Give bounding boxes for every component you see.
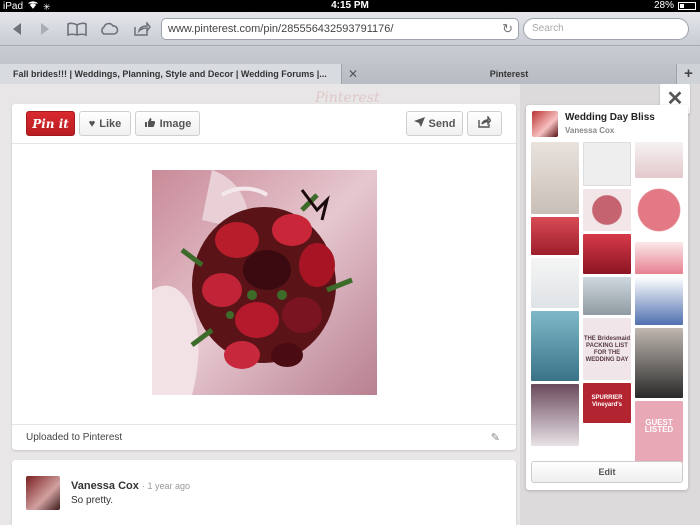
image-button[interactable]: Image	[135, 111, 200, 136]
search-input[interactable]: Search	[523, 18, 689, 40]
tab-wedding-forums[interactable]: Fall brides!!! | Weddings, Planning, Sty…	[0, 64, 342, 84]
status-time: 4:15 PM	[331, 0, 369, 11]
board-thumb-glass-vase[interactable]	[531, 258, 579, 308]
share-icon[interactable]	[129, 18, 155, 40]
share-arrow-icon	[478, 114, 492, 131]
comment-time: 1 year ago	[147, 481, 190, 491]
status-bar: iPad ✳ 4:15 PM 28%	[0, 0, 700, 12]
image-label: Image	[159, 117, 192, 130]
paper-plane-icon	[413, 117, 425, 130]
like-label: Like	[99, 117, 122, 130]
avatar[interactable]	[26, 476, 60, 510]
forward-icon[interactable]	[32, 18, 58, 40]
battery-icon	[678, 2, 696, 10]
board-owner[interactable]: Vanessa Cox	[565, 126, 614, 135]
board-panel: Wedding Day Bliss Vanessa Cox THE Brides…	[526, 105, 688, 490]
share-pin-button[interactable]	[467, 111, 502, 136]
battery-percent: 28%	[653, 0, 674, 11]
pin-it-button[interactable]: Pin it	[26, 111, 75, 136]
board-thumb-red-vase[interactable]	[531, 217, 579, 255]
comment-card: Vanessa Cox · 1 year ago So pretty.	[12, 460, 516, 525]
board-thumb-gown[interactable]	[635, 328, 683, 398]
pin-footer: Uploaded to Pinterest ✎	[12, 424, 516, 450]
heart-icon: ♥	[88, 117, 96, 130]
bouquet-photo[interactable]	[152, 170, 377, 395]
new-tab-button[interactable]: +	[676, 64, 700, 84]
board-thumb-blue-vase[interactable]	[635, 277, 683, 325]
edit-board-button[interactable]: Edit	[531, 461, 683, 483]
board-thumb-frame[interactable]	[583, 142, 631, 186]
send-label: Send	[428, 117, 456, 130]
comment-author[interactable]: Vanessa Cox	[71, 480, 139, 492]
board-title[interactable]: Wedding Day Bliss	[565, 112, 655, 123]
close-tab-icon[interactable]: ✕	[348, 64, 358, 84]
upload-source: Uploaded to Pinterest	[26, 432, 123, 443]
browser-toolbar: www.pinterest.com/pin/285556432593791176…	[0, 12, 700, 46]
page-content: Pinterest Pin it ♥ Like Image Send Uploa…	[0, 84, 700, 525]
reload-icon[interactable]: ↻	[502, 19, 513, 39]
pin-action-bar: Pin it ♥ Like Image Send	[12, 104, 516, 144]
pin-card: Pin it ♥ Like Image Send Uploaded to Pin…	[12, 104, 516, 450]
board-thumb-dress[interactable]	[531, 384, 579, 446]
send-button[interactable]: Send	[406, 111, 463, 136]
address-text: www.pinterest.com/pin/285556432593791176…	[168, 23, 394, 35]
board-thumb-guest-listed[interactable]: GUEST LISTED	[635, 401, 683, 463]
board-thumb-cake[interactable]	[531, 142, 579, 214]
board-thumb-cakestand[interactable]	[635, 242, 683, 274]
board-owner-avatar[interactable]	[532, 111, 558, 137]
board-thumb-lantern[interactable]	[635, 181, 683, 239]
board-thumb-packing-list[interactable]: THE Bridesmaid PACKING LIST FOR THE WEDD…	[583, 318, 631, 380]
back-icon[interactable]	[4, 18, 30, 40]
comment-text: So pretty.	[71, 495, 114, 506]
edit-pencil-icon[interactable]: ✎	[491, 425, 500, 451]
tab-pinterest[interactable]: Pinterest	[364, 64, 654, 84]
icloud-tabs-icon[interactable]	[96, 18, 122, 40]
board-thumb-plate[interactable]	[583, 189, 631, 231]
board-thumb-square-vase[interactable]	[583, 234, 631, 274]
board-thumb-invite[interactable]	[635, 142, 683, 178]
address-bar[interactable]: www.pinterest.com/pin/285556432593791176…	[161, 18, 519, 40]
bookmarks-icon[interactable]	[64, 18, 90, 40]
board-thumb-shoes[interactable]	[583, 277, 631, 315]
board-thumb-bridesmaids[interactable]	[531, 311, 579, 381]
facebook-like-icon	[144, 117, 156, 131]
like-button[interactable]: ♥ Like	[79, 111, 131, 136]
board-thumb-spurrier[interactable]: SPURRIER Vineyard's	[583, 383, 631, 423]
tab-bar: Fall brides!!! | Weddings, Planning, Sty…	[0, 46, 700, 84]
